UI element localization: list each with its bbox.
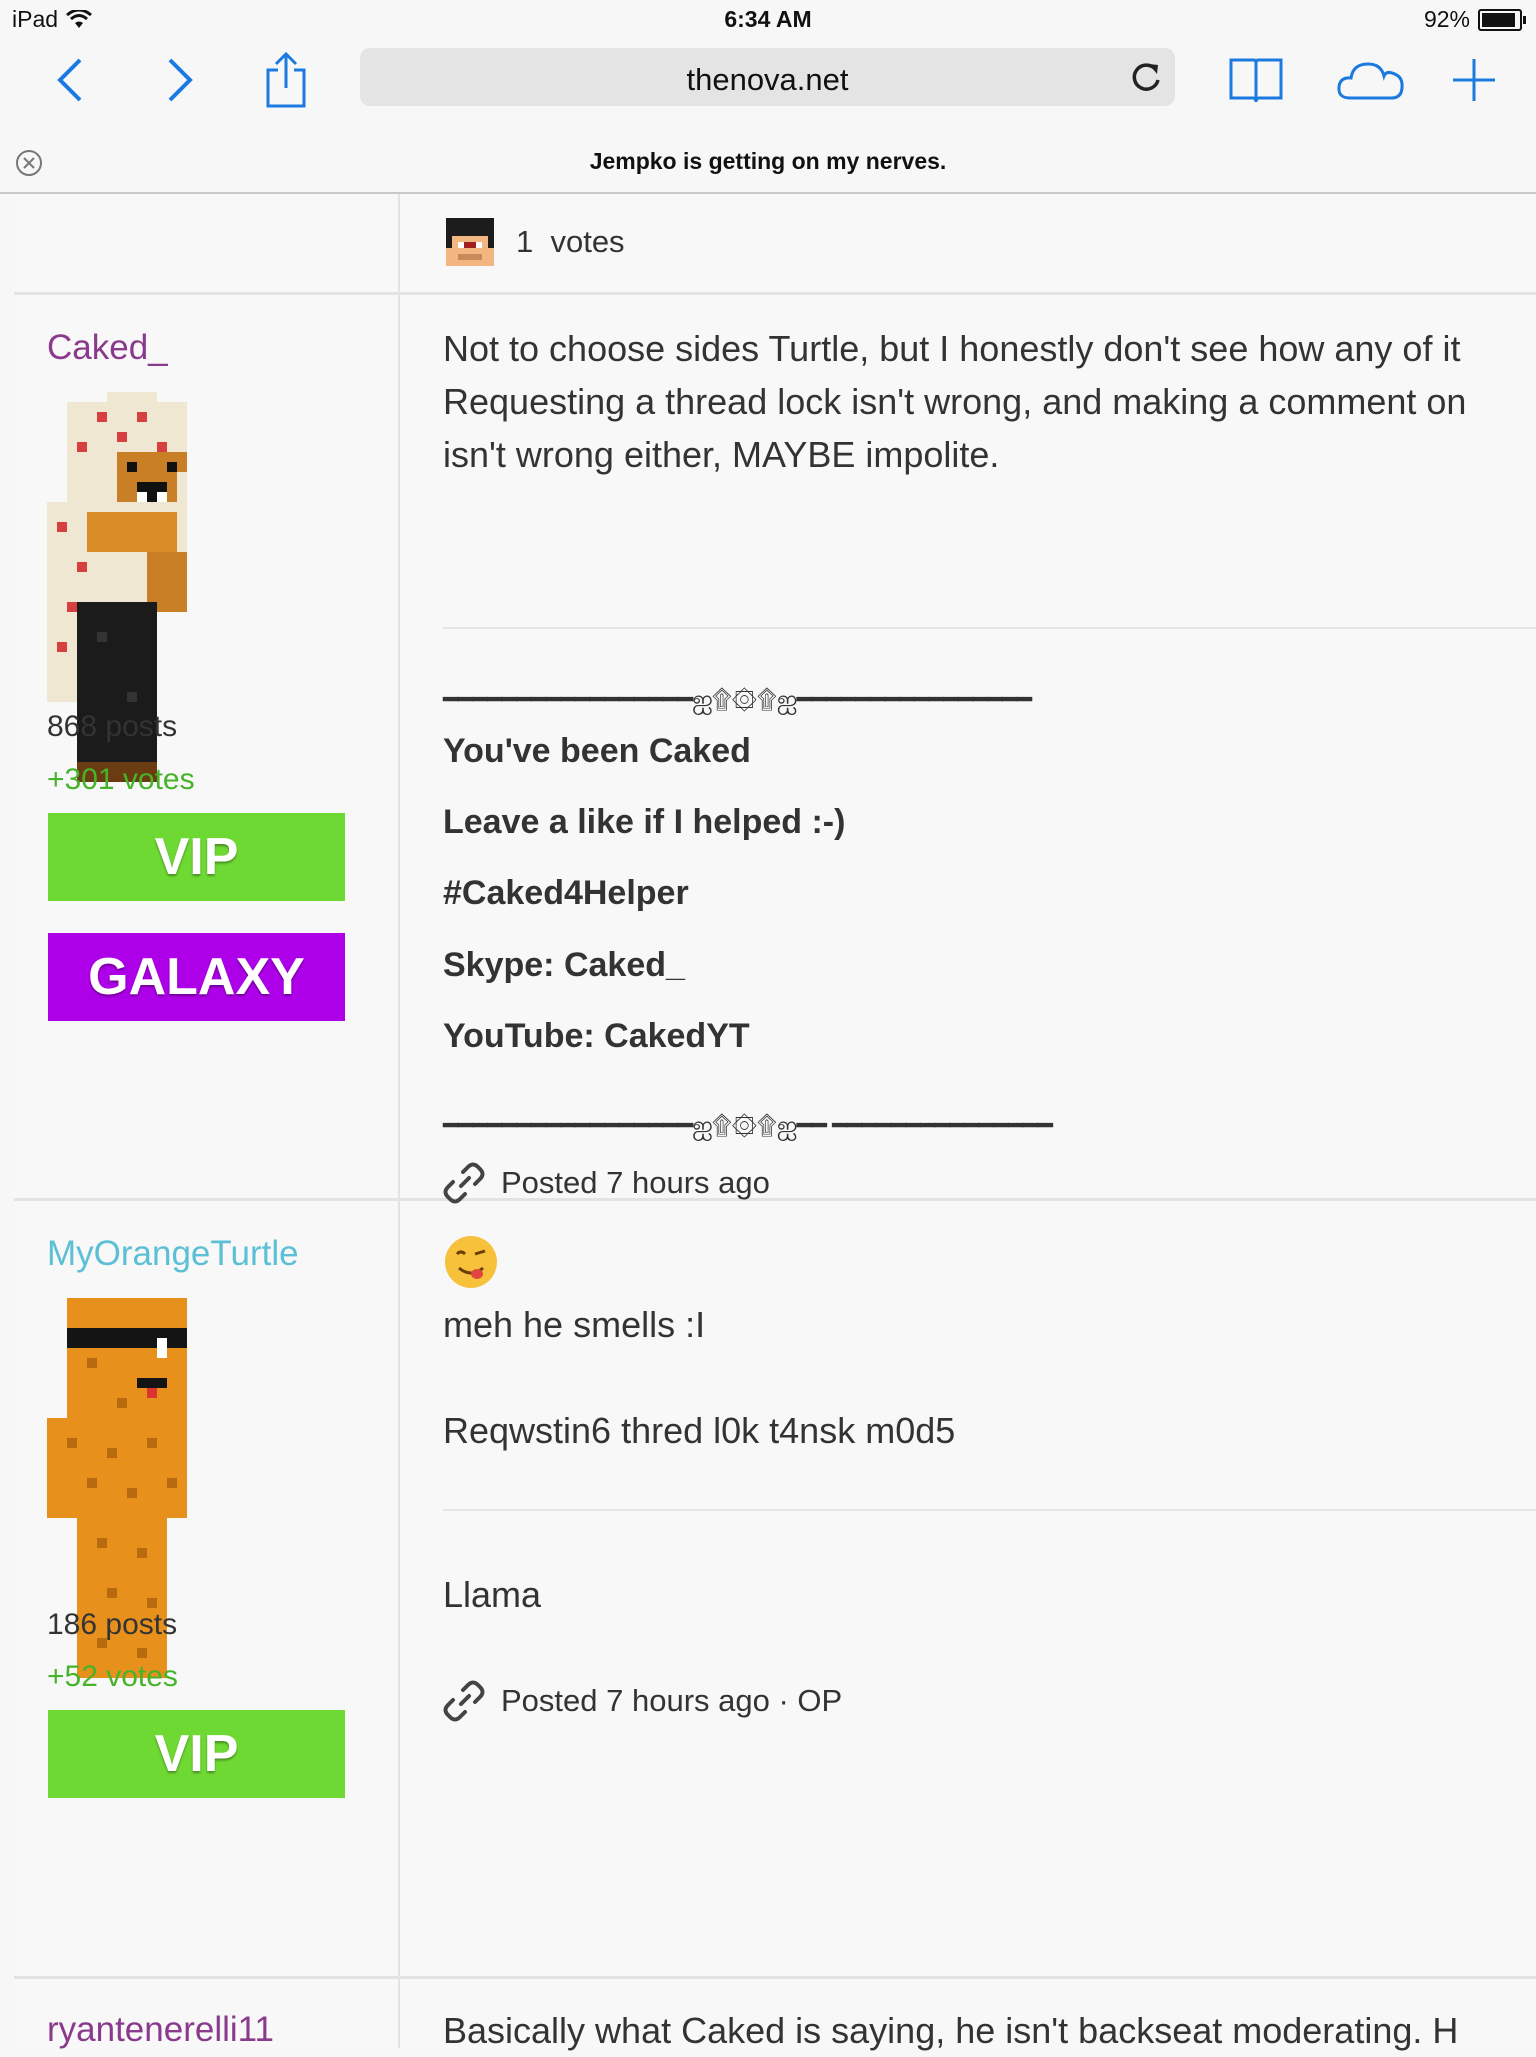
post-meta: Posted 7 hours ago · OP: [443, 1680, 842, 1722]
post-text-line: Requesting a thread lock isn't wrong, an…: [443, 381, 1467, 422]
post: ryantenerelli11 Basically what Caked is …: [14, 1976, 1536, 2051]
vote-total: +52 votes: [47, 1660, 178, 1693]
post-author-panel: MyOrangeTurtle 186 posts +52 votes VIP: [14, 1198, 398, 1976]
signature-separator: [443, 1509, 1536, 1511]
post-text-line: Basically what Caked is saying, he isn't…: [443, 2010, 1459, 2051]
icloud-tabs-button[interactable]: [1336, 50, 1406, 110]
vote-total: +301 votes: [47, 763, 195, 796]
reload-icon: [1132, 63, 1160, 91]
post: MyOrangeTurtle 186 posts +52 votes VIP m…: [14, 1198, 1536, 1979]
share-button[interactable]: [256, 50, 316, 110]
emoji-icon: [445, 1236, 497, 1288]
post-text-line: Not to choose sides Turtle, but I honest…: [443, 328, 1461, 369]
address-bar[interactable]: thenova.net: [360, 48, 1175, 106]
posted-time[interactable]: Posted 7 hours ago: [501, 1165, 770, 1201]
vip-badge: VIP: [48, 813, 345, 901]
post-body: meh he smells :I Reqwstin6 thred l0k t4n…: [443, 1298, 955, 1457]
signature-line: #Caked4Helper: [443, 874, 689, 912]
posted-time[interactable]: Posted 7 hours ago · OP: [501, 1683, 842, 1719]
post-text-line: isn't wrong either, MAYBE impolite.: [443, 434, 1000, 475]
tab-bar: Jempko is getting on my nerves.: [0, 120, 1536, 194]
status-bar: iPad 6:34 AM 92%: [0, 0, 1536, 40]
author-name[interactable]: ryantenerelli11: [47, 2010, 274, 2050]
forward-icon: [168, 58, 193, 102]
browser-toolbar: thenova.net: [0, 40, 1536, 120]
galaxy-badge: GALAXY: [48, 933, 345, 1021]
post-count: 186 posts: [47, 1608, 178, 1641]
battery-percent: 92%: [1423, 6, 1470, 32]
tab-title: Jempko is getting on my nerves.: [589, 148, 947, 174]
signature-separator: [443, 627, 1536, 629]
post-text-line: meh he smells :I: [443, 1304, 706, 1345]
signature-line: Leave a like if I helped :-): [443, 803, 846, 841]
reload-button[interactable]: [1129, 60, 1163, 99]
clock: 6:34 AM: [724, 6, 812, 32]
back-icon: [57, 58, 82, 102]
signature-line: YouTube: CakedYT: [443, 1017, 750, 1055]
signature-line: You've been Caked: [443, 732, 751, 770]
vote-count: 1 votes: [516, 224, 625, 259]
forum-page: 1 votes Caked_ 868 posts +301 votes VIP …: [14, 194, 1536, 2051]
post-text-line: [443, 1351, 955, 1404]
bookmarks-button[interactable]: [1226, 50, 1286, 110]
post-author-panel: Caked_ 868 posts +301 votes VIP GALAXY: [14, 292, 398, 1198]
signature-line: Llama: [443, 1574, 542, 1615]
author-name[interactable]: MyOrangeTurtle: [47, 1234, 299, 1274]
url-text: thenova.net: [686, 62, 849, 97]
signature-divider: ━━━━━━━━━━━━━━━━━ஐ۩۞۩ஐ━━━━━━━━━━━━━━━━: [443, 684, 1032, 714]
post: Caked_ 868 posts +301 votes VIP GALAXY N…: [14, 292, 1536, 1204]
post-text-line: Reqwstin6 thred l0k t4nsk m0d5: [443, 1410, 956, 1451]
link-icon[interactable]: [443, 1680, 485, 1722]
signature-line: Skype: Caked_: [443, 946, 685, 984]
new-tab-button[interactable]: [1444, 50, 1504, 110]
forward-button[interactable]: [150, 50, 210, 110]
bookmarks-icon: [1229, 58, 1283, 103]
share-icon: [266, 52, 306, 108]
battery-icon: [1478, 8, 1526, 31]
post-count: 868 posts: [47, 710, 178, 743]
back-button[interactable]: [40, 50, 100, 110]
cloud-tabs-icon: [1337, 62, 1404, 100]
author-name[interactable]: Caked_: [47, 328, 168, 368]
new-tab-icon: [1453, 59, 1495, 101]
vip-badge: VIP: [48, 1710, 345, 1798]
voter-avatar[interactable]: [446, 218, 494, 266]
signature-divider: ━━━━━━━━━━━━━━━━━ஐ۩۞۩ஐ━━ ━━━━━━━━━━━━━━━: [443, 1110, 1053, 1140]
vote-strip: 1 votes: [14, 194, 1536, 295]
